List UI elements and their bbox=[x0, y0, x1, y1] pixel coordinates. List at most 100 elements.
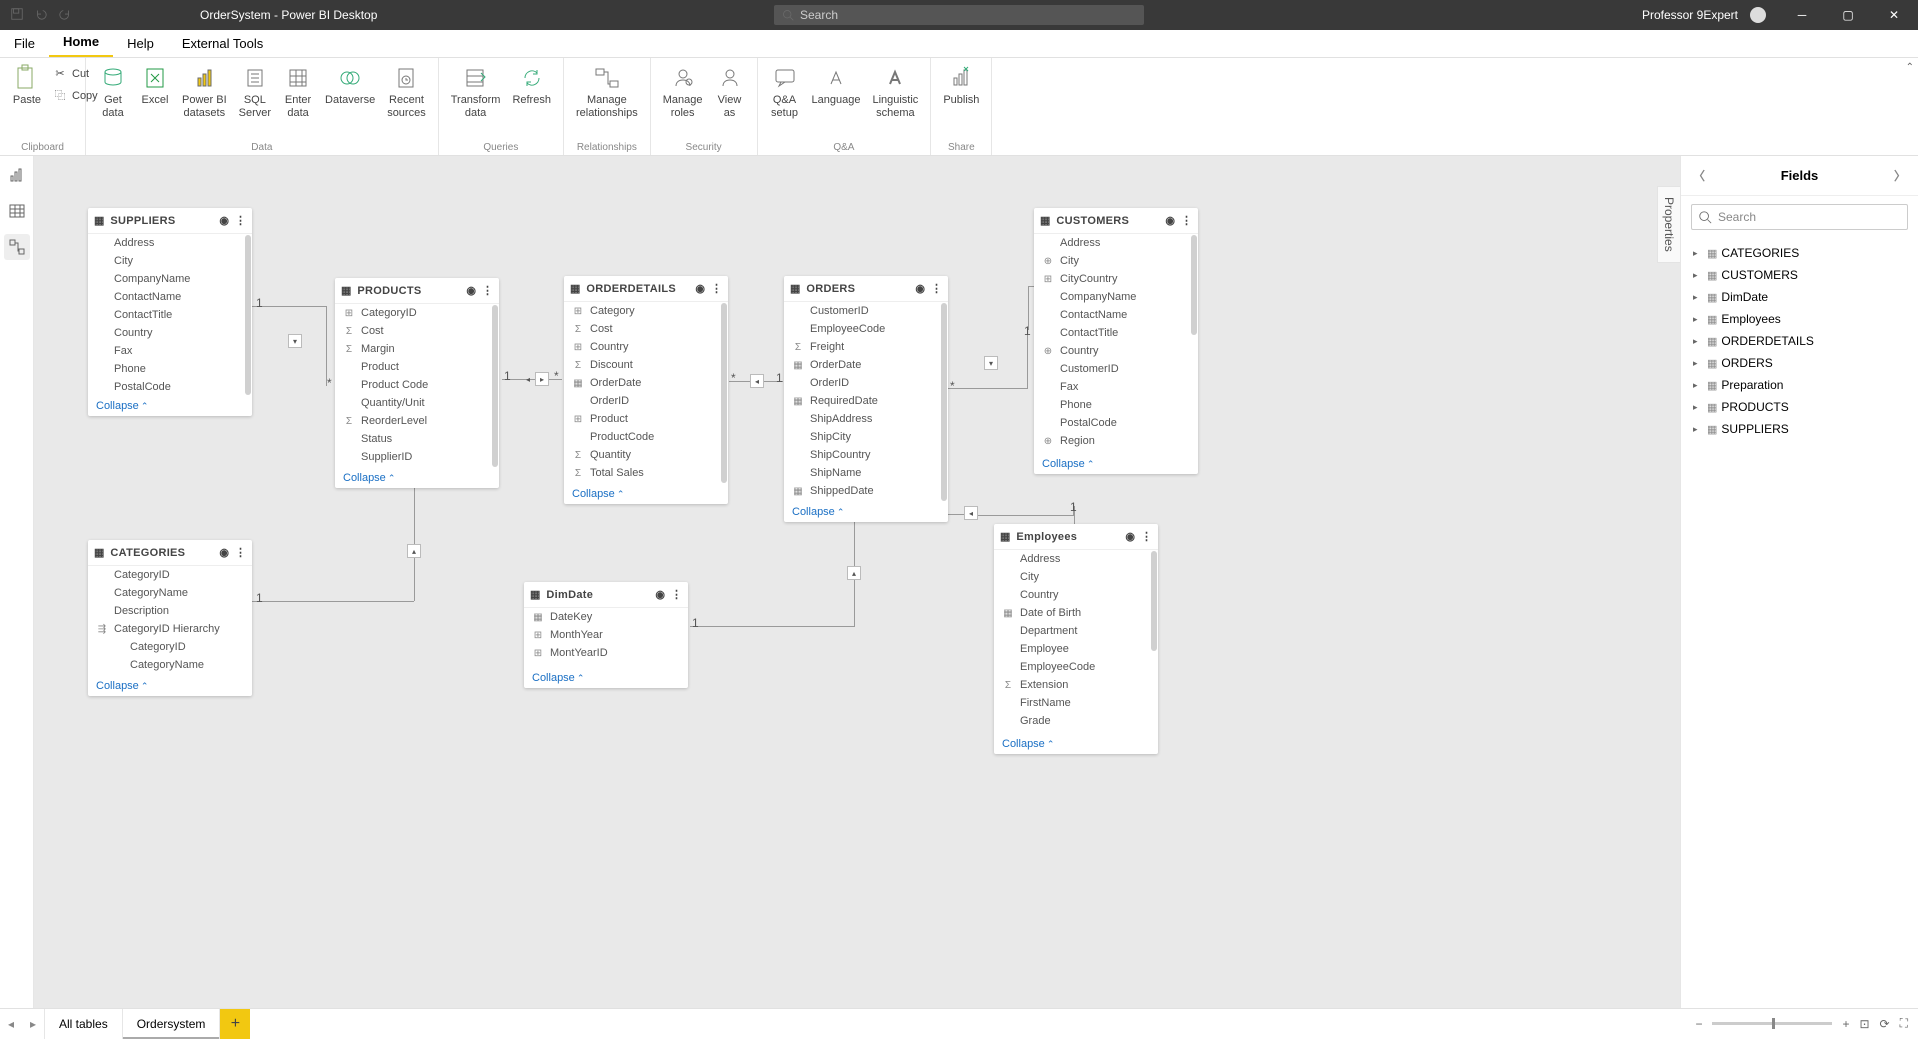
table-field[interactable]: ⊞Country bbox=[564, 338, 728, 356]
excel-button[interactable]: Excel bbox=[134, 60, 176, 109]
more-icon[interactable]: ⋮ bbox=[671, 588, 682, 601]
collapse-link[interactable]: Collapse⌃ bbox=[572, 488, 624, 500]
table-field[interactable]: EmployeeCode bbox=[784, 320, 948, 338]
visibility-icon[interactable]: ◉ bbox=[219, 546, 229, 559]
table-field[interactable]: ▦DateKey bbox=[524, 608, 688, 626]
fields-tree-item[interactable]: ▸▦Employees bbox=[1687, 308, 1912, 330]
table-field[interactable]: Description bbox=[88, 602, 252, 620]
get-data-button[interactable]: Get data bbox=[92, 60, 134, 121]
save-icon[interactable] bbox=[10, 7, 24, 24]
table-field[interactable]: ⊞Product bbox=[564, 410, 728, 428]
table-field[interactable]: ⊕Region bbox=[1034, 432, 1198, 450]
fields-search[interactable]: Search bbox=[1691, 204, 1908, 230]
table-field[interactable]: Fax bbox=[1034, 378, 1198, 396]
table-field[interactable]: ⊞CityCountry bbox=[1034, 270, 1198, 288]
table-field[interactable]: ContactName bbox=[1034, 306, 1198, 324]
table-customers[interactable]: ▦CUSTOMERS◉⋮ Address⊕City⊞CityCountryCom… bbox=[1034, 208, 1198, 474]
footer-tab-ordersystem[interactable]: Ordersystem bbox=[123, 1009, 221, 1039]
more-icon[interactable]: ⋮ bbox=[711, 282, 722, 295]
table-orderdetails[interactable]: ▦ORDERDETAILS◉⋮ ⊞CategoryΣCost⊞CountryΣD… bbox=[564, 276, 728, 504]
collapse-link[interactable]: Collapse⌃ bbox=[1042, 458, 1094, 470]
collapse-link[interactable]: Collapse⌃ bbox=[532, 672, 584, 684]
table-field[interactable]: ΣFreight bbox=[784, 338, 948, 356]
table-field[interactable]: Department bbox=[994, 622, 1158, 640]
qa-setup-button[interactable]: Q&A setup bbox=[764, 60, 806, 121]
table-field[interactable]: Product Code bbox=[335, 376, 499, 394]
more-icon[interactable]: ⋮ bbox=[235, 214, 246, 227]
table-field[interactable]: ShipCountry bbox=[784, 446, 948, 464]
refresh-icon[interactable]: ⟳ bbox=[1880, 1017, 1890, 1031]
table-field[interactable]: ContactTitle bbox=[1034, 324, 1198, 342]
chevron-right-icon[interactable]: 〉 bbox=[1894, 167, 1906, 184]
view-as-button[interactable]: View as bbox=[709, 60, 751, 121]
tab-next-button[interactable]: ▸ bbox=[22, 1013, 44, 1035]
scrollbar[interactable] bbox=[492, 305, 498, 467]
scrollbar[interactable] bbox=[245, 235, 251, 395]
table-field[interactable]: CategoryName bbox=[88, 584, 252, 602]
visibility-icon[interactable]: ◉ bbox=[1125, 530, 1135, 543]
table-field[interactable]: ⊞MonthYear bbox=[524, 626, 688, 644]
table-field[interactable]: Fax bbox=[88, 342, 252, 360]
more-icon[interactable]: ⋮ bbox=[931, 282, 942, 295]
table-field[interactable]: ΣCost bbox=[564, 320, 728, 338]
table-employees[interactable]: ▦Employees◉⋮ AddressCityCountry▦Date of … bbox=[994, 524, 1158, 754]
table-field[interactable]: ▦RequiredDate bbox=[784, 392, 948, 410]
menu-external-tools[interactable]: External Tools bbox=[168, 30, 277, 57]
table-field[interactable]: ▦ShippedDate bbox=[784, 482, 948, 500]
table-field[interactable]: City bbox=[994, 568, 1158, 586]
fields-tree-item[interactable]: ▸▦SUPPLIERS bbox=[1687, 418, 1912, 440]
avatar[interactable] bbox=[1750, 7, 1766, 23]
table-field[interactable]: Address bbox=[1034, 234, 1198, 252]
table-field[interactable]: CustomerID bbox=[1034, 360, 1198, 378]
table-field[interactable]: FirstName bbox=[994, 694, 1158, 712]
table-field[interactable]: ContactName bbox=[88, 288, 252, 306]
collapse-link[interactable]: Collapse⌃ bbox=[792, 506, 844, 518]
table-field[interactable]: ΣDiscount bbox=[564, 356, 728, 374]
scrollbar[interactable] bbox=[1151, 551, 1157, 651]
refresh-button[interactable]: Refresh bbox=[506, 60, 557, 109]
table-field[interactable]: Grade bbox=[994, 712, 1158, 730]
minimize-button[interactable]: ─ bbox=[1782, 0, 1822, 30]
table-field[interactable]: ΣCost bbox=[335, 322, 499, 340]
fields-tree-item[interactable]: ▸▦Preparation bbox=[1687, 374, 1912, 396]
menu-home[interactable]: Home bbox=[49, 28, 113, 57]
table-field[interactable]: OrderID bbox=[564, 392, 728, 410]
table-field[interactable]: Phone bbox=[1034, 396, 1198, 414]
visibility-icon[interactable]: ◉ bbox=[466, 284, 476, 297]
fields-tree-item[interactable]: ▸▦ORDERDETAILS bbox=[1687, 330, 1912, 352]
more-icon[interactable]: ⋮ bbox=[235, 546, 246, 559]
fit-to-page-icon[interactable]: ⊡ bbox=[1859, 1017, 1869, 1031]
table-field[interactable]: ⊞MontYearID bbox=[524, 644, 688, 662]
enter-data-button[interactable]: Enter data bbox=[277, 60, 319, 121]
table-field[interactable]: ⊞Category bbox=[564, 302, 728, 320]
table-field[interactable]: ⊕Country bbox=[1034, 342, 1198, 360]
linguistic-schema-button[interactable]: Linguistic schema bbox=[866, 60, 924, 121]
zoom-slider[interactable] bbox=[1712, 1022, 1832, 1025]
table-field[interactable]: ⇶CategoryID Hierarchy bbox=[88, 620, 252, 638]
manage-relationships-button[interactable]: Manage relationships bbox=[570, 60, 644, 121]
table-field[interactable]: ShipName bbox=[784, 464, 948, 482]
table-field[interactable]: OrderID bbox=[784, 374, 948, 392]
collapse-link[interactable]: Collapse⌃ bbox=[96, 680, 148, 692]
table-categories[interactable]: ▦CATEGORIES◉⋮ CategoryIDCategoryNameDesc… bbox=[88, 540, 252, 696]
properties-tab[interactable]: Properties bbox=[1657, 186, 1680, 263]
table-field[interactable]: Employee bbox=[994, 640, 1158, 658]
publish-button[interactable]: Publish bbox=[937, 60, 985, 109]
tab-prev-button[interactable]: ◂ bbox=[0, 1013, 22, 1035]
table-field[interactable]: ▦Date of Birth bbox=[994, 604, 1158, 622]
model-canvas[interactable]: 1 * ▾ 1 * ▸ ◂ * 1 ◂ * 1 ▾ 1 * ▴ 1 * ▴ * … bbox=[34, 156, 1680, 1008]
data-view-button[interactable] bbox=[4, 198, 30, 224]
report-view-button[interactable] bbox=[4, 162, 30, 188]
more-icon[interactable]: ⋮ bbox=[482, 284, 493, 297]
table-products[interactable]: ▦PRODUCTS◉⋮ ⊞CategoryIDΣCostΣMarginProdu… bbox=[335, 278, 499, 488]
global-search[interactable]: Search bbox=[774, 5, 1144, 25]
transform-data-button[interactable]: Transform data bbox=[445, 60, 507, 121]
collapse-link[interactable]: Collapse⌃ bbox=[96, 400, 148, 412]
user-name[interactable]: Professor 9Expert bbox=[1642, 8, 1738, 22]
table-field[interactable]: CompanyName bbox=[1034, 288, 1198, 306]
footer-tab-alltables[interactable]: All tables bbox=[44, 1009, 123, 1039]
fields-tree-item[interactable]: ▸▦ORDERS bbox=[1687, 352, 1912, 374]
table-field[interactable]: ▦OrderDate bbox=[784, 356, 948, 374]
table-field[interactable]: Address bbox=[994, 550, 1158, 568]
pbi-datasets-button[interactable]: Power BI datasets bbox=[176, 60, 233, 121]
